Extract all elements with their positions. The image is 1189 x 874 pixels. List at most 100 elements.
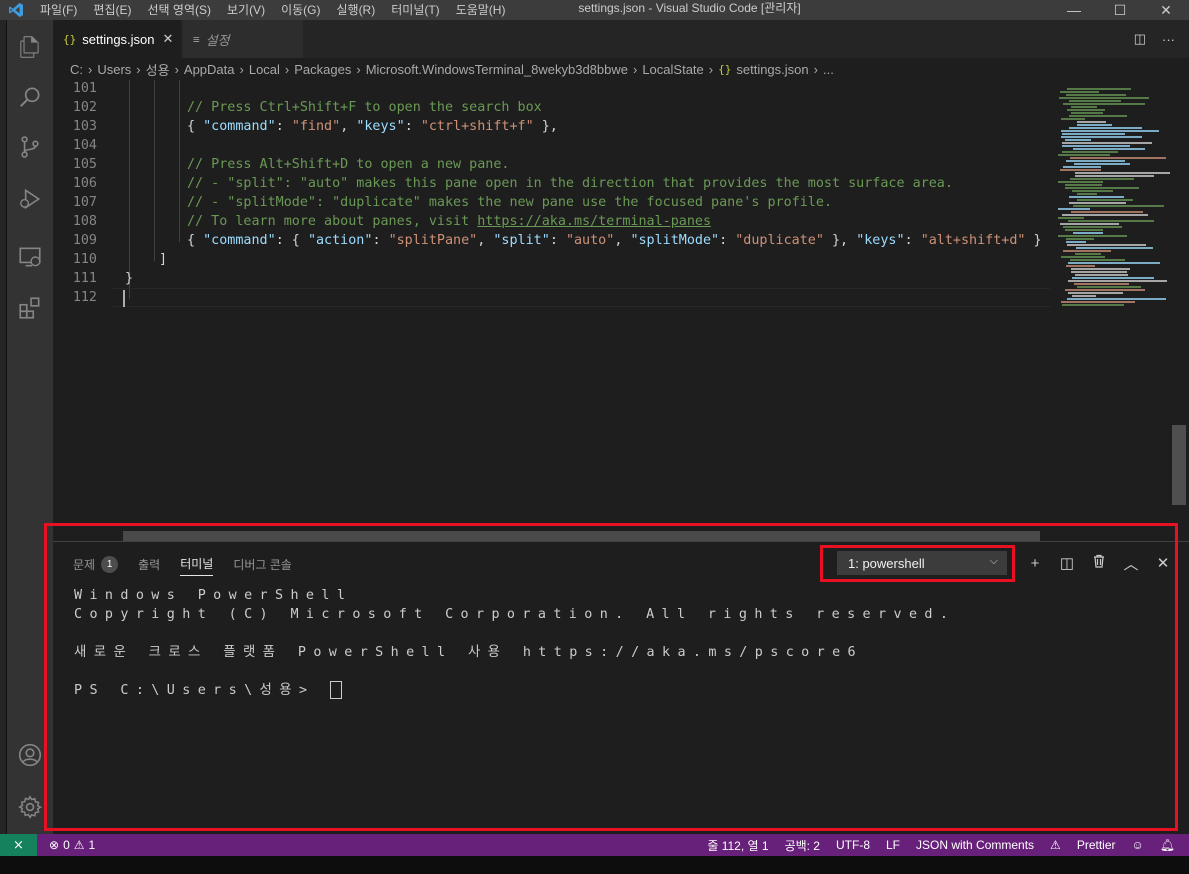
indentation[interactable]: 공백: 2 bbox=[785, 837, 820, 854]
line-number: 111 bbox=[72, 271, 97, 286]
tab-label: settings.json bbox=[82, 31, 155, 47]
breadcrumb-item[interactable]: Packages bbox=[294, 62, 351, 77]
warning-icon: ⚠ bbox=[73, 838, 85, 852]
minimap-line bbox=[1069, 100, 1121, 102]
chevron-right-icon: › bbox=[239, 61, 244, 77]
breadcrumb-more[interactable]: ... bbox=[823, 62, 834, 77]
code-text: // - "splitMode": "duplicate" makes the … bbox=[187, 195, 832, 210]
minimap-line bbox=[1066, 265, 1095, 267]
chevron-right-icon: › bbox=[356, 61, 361, 77]
tab-output[interactable]: 출력 bbox=[138, 552, 160, 576]
json-file-icon: {} bbox=[718, 62, 732, 76]
editor-tabs: {} settings.json ✕ ≡ 설정 ◫ ··· bbox=[53, 20, 1189, 58]
menu-go[interactable]: 이동(G) bbox=[273, 0, 328, 20]
minimize-button[interactable]: — bbox=[1051, 0, 1097, 20]
maximize-panel-icon[interactable]: ︿ bbox=[1115, 553, 1147, 574]
problems-count-badge: 1 bbox=[101, 555, 119, 573]
files-icon[interactable] bbox=[7, 24, 53, 70]
activity-bar bbox=[7, 20, 53, 834]
scrollbar-thumb[interactable] bbox=[1172, 425, 1186, 505]
more-actions-icon[interactable]: ··· bbox=[1162, 32, 1175, 47]
kill-terminal-icon[interactable] bbox=[1083, 554, 1115, 572]
minimap-line bbox=[1075, 175, 1154, 177]
minimap-line bbox=[1061, 301, 1135, 303]
split-editor-icon[interactable]: ◫ bbox=[1134, 31, 1146, 47]
extensions-icon[interactable] bbox=[7, 285, 53, 331]
remote-explorer-icon[interactable] bbox=[7, 234, 53, 280]
minimap-line bbox=[1077, 121, 1106, 123]
tab-problems[interactable]: 문제 1 bbox=[73, 552, 119, 576]
minimap-line bbox=[1062, 133, 1125, 135]
breadcrumb-item[interactable]: LocalState bbox=[642, 62, 703, 77]
settings-file-icon: ≡ bbox=[193, 32, 200, 46]
feedback-icon[interactable]: ☺ bbox=[1132, 838, 1144, 852]
minimap[interactable] bbox=[1050, 80, 1170, 530]
code-line: 110] bbox=[53, 250, 1050, 269]
minimap-line bbox=[1073, 232, 1103, 234]
close-panel-icon[interactable]: ✕ bbox=[1147, 554, 1179, 572]
code-text: // Press Ctrl+Shift+F to open the search… bbox=[187, 100, 542, 115]
breadcrumb-item[interactable]: AppData bbox=[184, 62, 235, 77]
terminal-output[interactable]: Windows PowerShell Copyright (C) Microso… bbox=[74, 586, 955, 700]
source-control-icon[interactable] bbox=[7, 124, 53, 170]
minimap-line bbox=[1065, 289, 1145, 291]
minimap-line bbox=[1061, 118, 1085, 120]
settings-gear-icon[interactable] bbox=[7, 784, 53, 830]
breadcrumb-item[interactable]: Microsoft.WindowsTerminal_8wekyb3d8bbwe bbox=[366, 62, 628, 77]
close-window-button[interactable]: ✕ bbox=[1143, 0, 1189, 20]
language-mode[interactable]: JSON with Comments bbox=[916, 838, 1034, 852]
menu-run[interactable]: 실행(R) bbox=[328, 0, 383, 20]
line-number: 108 bbox=[72, 214, 97, 229]
menu-view[interactable]: 보기(V) bbox=[219, 0, 273, 20]
search-icon[interactable] bbox=[7, 74, 53, 120]
minimap-line bbox=[1066, 241, 1086, 243]
tab-debug-console[interactable]: 디버그 콘솔 bbox=[233, 552, 292, 576]
minimap-line bbox=[1062, 214, 1148, 216]
terminal-select-dropdown[interactable]: 1: powershell ⌵ bbox=[837, 551, 1007, 575]
minimap-line bbox=[1065, 139, 1091, 141]
editor-horizontal-scrollbar[interactable] bbox=[123, 531, 1040, 541]
chevron-down-icon: ⌵ bbox=[989, 555, 998, 567]
editor-vertical-scrollbar[interactable] bbox=[1172, 80, 1186, 530]
breadcrumb-item[interactable]: C: bbox=[70, 62, 83, 77]
minimap-line bbox=[1073, 148, 1145, 150]
menu-help[interactable]: 도움말(H) bbox=[448, 0, 514, 20]
minimap-line bbox=[1065, 229, 1103, 231]
remote-icon[interactable]: ⨯ bbox=[0, 834, 37, 856]
menu-terminal[interactable]: 터미널(T) bbox=[383, 0, 447, 20]
minimap-line bbox=[1065, 187, 1139, 189]
split-terminal-icon[interactable]: ◫ bbox=[1051, 554, 1083, 572]
warning-icon[interactable]: ⚠ bbox=[1050, 838, 1061, 852]
code-editor[interactable]: 101 102 // Press Ctrl+Shift+F to open the … bbox=[53, 80, 1050, 530]
prettier-status[interactable]: Prettier bbox=[1077, 838, 1116, 852]
minimap-line bbox=[1068, 262, 1160, 264]
account-icon[interactable] bbox=[7, 732, 53, 778]
breadcrumb-item[interactable]: Local bbox=[249, 62, 280, 77]
tab-settings-ui[interactable]: ≡ 설정 bbox=[183, 20, 303, 58]
problems-status[interactable]: ⊗ 0 ⚠ 1 bbox=[49, 838, 95, 852]
breadcrumb-item[interactable]: 성용 bbox=[146, 60, 170, 79]
breadcrumb-file[interactable]: settings.json bbox=[736, 62, 808, 77]
menu-edit[interactable]: 편집(E) bbox=[85, 0, 139, 20]
minimap-line bbox=[1062, 145, 1130, 147]
minimap-line bbox=[1061, 136, 1142, 138]
encoding[interactable]: UTF-8 bbox=[836, 838, 870, 852]
tab-terminal[interactable]: 터미널 bbox=[180, 552, 214, 576]
close-tab-icon[interactable]: ✕ bbox=[163, 31, 174, 47]
chevron-right-icon: › bbox=[708, 61, 714, 77]
cursor-position[interactable]: 줄 112, 열 1 bbox=[707, 837, 768, 854]
line-number: 109 bbox=[72, 233, 97, 248]
tab-settings-json[interactable]: {} settings.json ✕ bbox=[53, 20, 181, 58]
end-of-line[interactable]: LF bbox=[886, 838, 900, 852]
minimap-line bbox=[1059, 97, 1149, 99]
minimap-line bbox=[1061, 130, 1159, 132]
new-terminal-icon[interactable]: + bbox=[1019, 555, 1051, 572]
menu-selection[interactable]: 선택 영역(S) bbox=[139, 0, 219, 20]
menu-file[interactable]: 파일(F) bbox=[32, 0, 85, 20]
maximize-button[interactable]: ☐ bbox=[1097, 0, 1143, 20]
breadcrumb-item[interactable]: Users bbox=[97, 62, 131, 77]
notifications-bell-icon[interactable]: 🔔︎ bbox=[1160, 838, 1175, 852]
title-bar: 파일(F) 편집(E) 선택 영역(S) 보기(V) 이동(G) 실행(R) 터… bbox=[0, 0, 1189, 20]
run-debug-icon[interactable] bbox=[7, 176, 53, 222]
minimap-line bbox=[1076, 247, 1153, 249]
